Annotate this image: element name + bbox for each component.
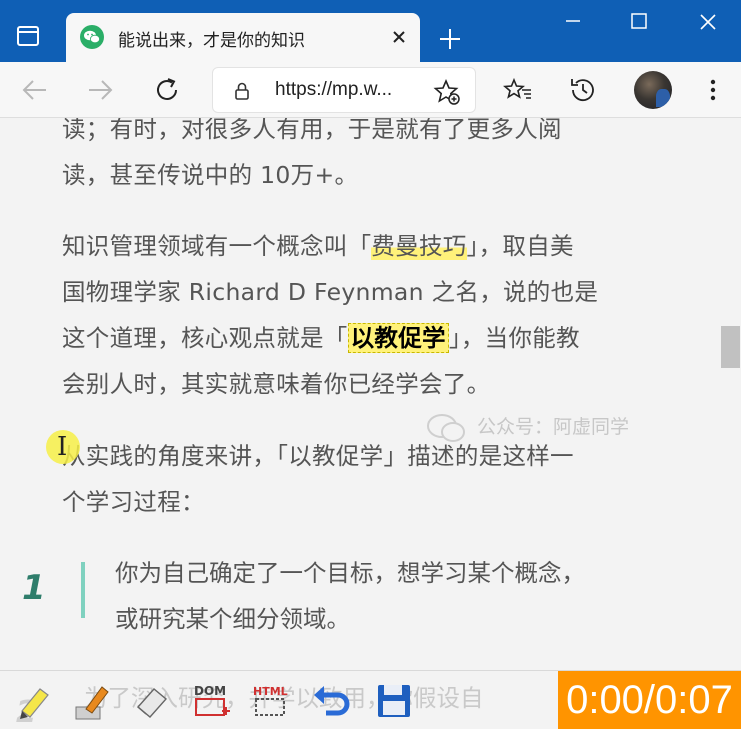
undo-icon[interactable]	[312, 681, 352, 721]
maximize-icon[interactable]	[630, 12, 648, 30]
tab-title: 能说出来，才是你的知识	[118, 31, 305, 51]
browser-tab[interactable]: 能说出来，才是你的知识	[66, 13, 420, 62]
highlight-feynman: 费曼技巧	[371, 232, 467, 260]
pen-icon[interactable]	[72, 681, 112, 721]
quote-number: 1	[22, 568, 46, 608]
address-bar[interactable]: https://mp.w...	[212, 67, 476, 113]
wechat-icon	[80, 25, 104, 49]
eraser-icon[interactable]	[132, 681, 172, 721]
back-arrow-icon[interactable]	[20, 75, 50, 105]
scrollbar-thumb[interactable]	[721, 326, 740, 368]
highlighter-icon[interactable]	[14, 681, 54, 721]
article-content: 读；有时，对很多人有用，于是就有了更多人阅 读，甚至传说中的 10万+。 知识管…	[0, 118, 741, 670]
forward-arrow-icon[interactable]	[85, 75, 115, 105]
recording-timer: 0:00/0:07	[558, 671, 741, 729]
paragraph-line: 这个道理，核心观点就是「 以教促学 」，当你能教	[62, 315, 662, 361]
paragraph-line: 从实践的角度来讲，「以教促学」描述的是这样一	[62, 442, 574, 470]
paragraph-line: 会别人时，其实就意味着你已经学会了。	[62, 370, 491, 398]
paragraph-3: 从实践的角度来讲，「以教促学」描述的是这样一 个学习过程：	[62, 433, 662, 525]
window-menu-icon[interactable]	[17, 26, 39, 46]
paragraph-line: 读；有时，对很多人有用，于是就有了更多人阅	[62, 118, 562, 143]
dom-capture-icon[interactable]: DOM	[192, 681, 232, 721]
text-span: 知识管理领域有一个概念叫「	[62, 232, 372, 260]
paragraph-line: 个学习过程：	[62, 488, 205, 516]
url-text[interactable]: https://mp.w...	[275, 79, 392, 101]
text-span: 」，取自美	[466, 232, 574, 260]
refresh-icon[interactable]	[152, 75, 182, 105]
more-menu-icon[interactable]	[698, 75, 728, 105]
save-icon[interactable]	[374, 681, 414, 721]
svg-text:DOM: DOM	[194, 684, 226, 698]
text-span: 这个道理，核心观点就是「	[62, 324, 348, 352]
quote-bar	[81, 562, 85, 618]
text-cursor-icon: I	[57, 432, 68, 462]
history-icon[interactable]	[568, 75, 598, 105]
quote-line: 或研究某个细分领域。	[115, 605, 350, 633]
text-span: 」，当你能教	[448, 324, 580, 352]
paragraph-line: 知识管理领域有一个概念叫「费曼技巧」，取自美	[62, 223, 662, 269]
paragraph-line: 读，甚至传说中的 10万+。	[62, 161, 359, 189]
paragraph-line: 国物理学家 Richard D Feynman 之名，说的也是	[62, 278, 599, 306]
favorites-icon[interactable]	[503, 75, 533, 105]
quote-text: 你为自己确定了一个目标，想学习某个概念， 或研究某个细分领域。	[115, 550, 675, 642]
close-window-icon[interactable]	[698, 12, 718, 32]
highlight-key-term: 以教促学	[347, 323, 449, 353]
paragraph-1: 读；有时，对很多人有用，于是就有了更多人阅 读，甚至传说中的 10万+。	[62, 118, 662, 198]
minimize-icon[interactable]	[564, 12, 582, 30]
quote-line: 你为自己确定了一个目标，想学习某个概念，	[115, 559, 585, 587]
add-favorite-icon[interactable]	[433, 78, 461, 106]
new-tab-icon[interactable]	[437, 26, 463, 52]
paragraph-2: 知识管理领域有一个概念叫「费曼技巧」，取自美 国物理学家 Richard D F…	[62, 223, 662, 407]
close-tab-icon[interactable]	[388, 26, 410, 48]
browser-toolbar: https://mp.w...	[0, 62, 741, 118]
annotation-toolbar: 2 为了深入研究，并学以致用，你假设自 DOM HTML 0:00/0:07	[0, 670, 741, 729]
title-bar: 能说出来，才是你的知识	[0, 0, 741, 62]
svg-text:HTML: HTML	[253, 685, 288, 698]
html-capture-icon[interactable]: HTML	[252, 681, 292, 721]
profile-avatar[interactable]	[634, 71, 672, 109]
lock-icon[interactable]	[231, 80, 253, 102]
